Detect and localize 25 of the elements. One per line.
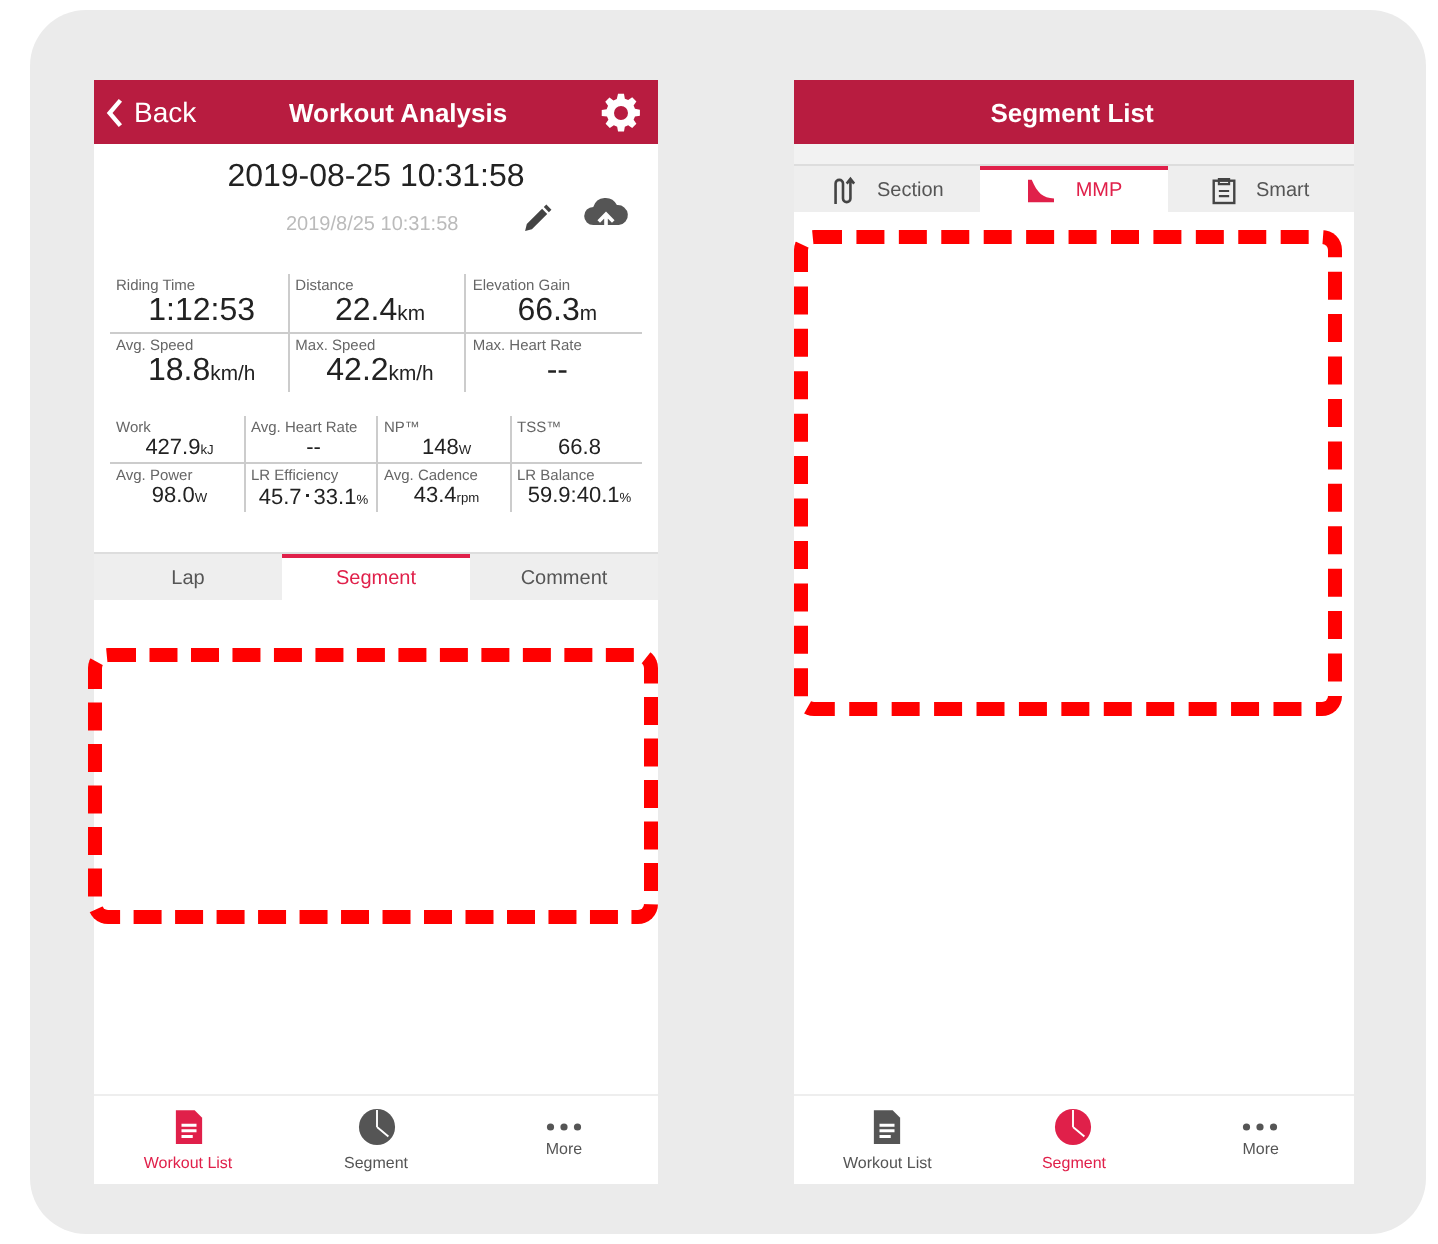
curve-chart-icon [1025, 178, 1056, 204]
pencil-icon[interactable] [520, 202, 554, 236]
route-icon [830, 176, 857, 206]
tab[interactable]: MMP [980, 166, 1168, 212]
stat-value: 42.2km/h [324, 354, 436, 390]
chevron-icon [106, 97, 124, 127]
document-icon [872, 1108, 903, 1146]
document-icon [173, 1108, 203, 1146]
settings-icon[interactable] [599, 91, 642, 133]
stat-value: 66.3m [515, 294, 600, 330]
stat-value: -- [304, 436, 323, 460]
stat-value: 1:12:53 [146, 294, 258, 330]
more-icon [546, 1122, 582, 1132]
more-icon [1242, 1122, 1279, 1132]
screen-title: Workout Analysis [289, 97, 508, 127]
workout-date: 2019-08-25 10:31:58 [225, 160, 527, 196]
clipboard-icon [1211, 176, 1236, 206]
back-button[interactable]: Back [106, 96, 197, 128]
stat-value: 66.8 [556, 436, 603, 460]
screen-title: Segment List [990, 97, 1154, 127]
stat-value: -- [544, 354, 570, 390]
workout-timestamp: 2019/8/25 10:31:58 [286, 214, 459, 236]
stat-value: 22.4km [332, 294, 427, 330]
tab[interactable]: Segment [282, 554, 470, 600]
stat-value: 18.8km/h [145, 354, 258, 390]
